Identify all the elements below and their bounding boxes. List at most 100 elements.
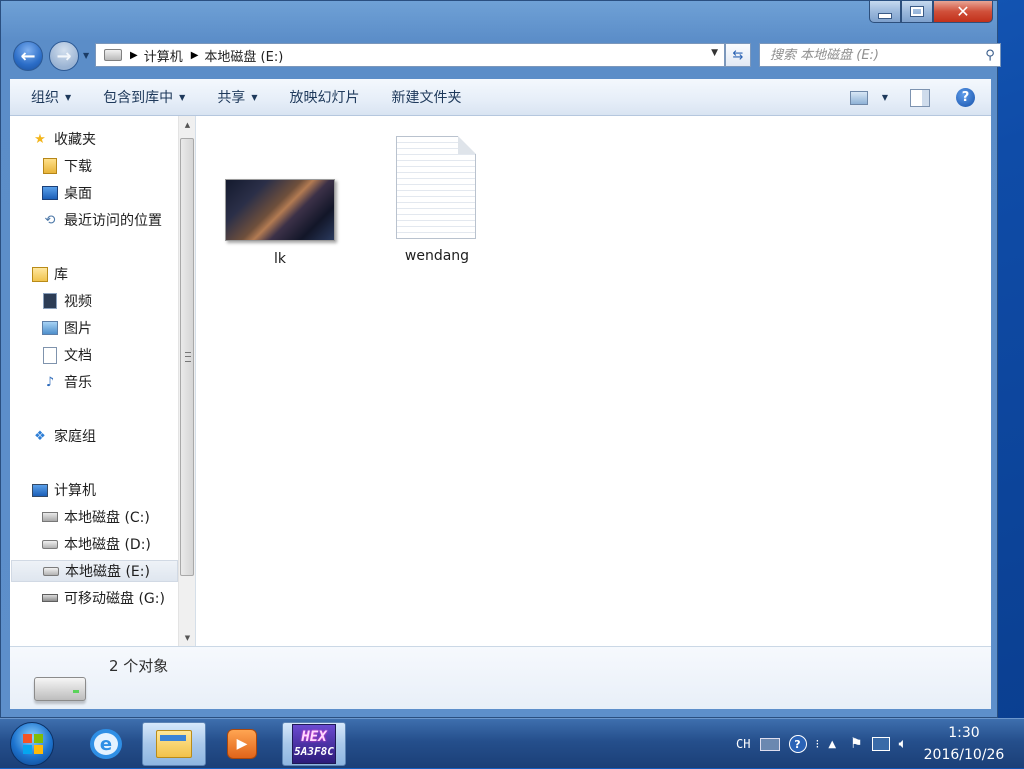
sidebar-item-drive-c[interactable]: 本地磁盘 (C:) bbox=[42, 506, 195, 528]
sidebar-item-drive-e[interactable]: 本地磁盘 (E:) bbox=[11, 560, 178, 582]
change-view-icon[interactable] bbox=[849, 90, 868, 105]
scroll-down-arrow[interactable]: ▼ bbox=[179, 629, 195, 646]
sidebar-item-videos[interactable]: 视频 bbox=[42, 290, 195, 312]
sidebar-item-homegroup[interactable]: ❖ 家庭组 bbox=[32, 425, 195, 447]
scroll-thumb[interactable] bbox=[180, 138, 194, 576]
sidebar-item-label: 可移动磁盘 (G:) bbox=[64, 591, 165, 607]
windows-logo-icon bbox=[23, 734, 43, 754]
ie-glyph: e bbox=[99, 733, 113, 755]
include-in-library-button[interactable]: 包含到库中 ▼ bbox=[92, 84, 196, 110]
sidebar-item-pictures[interactable]: 图片 bbox=[42, 317, 195, 339]
breadcrumb-computer[interactable]: 计算机 bbox=[144, 46, 183, 65]
forward-arrow-icon: → bbox=[56, 45, 72, 67]
taskbar-media-player[interactable]: ▶ bbox=[210, 722, 274, 766]
hex-logo-text: HEX bbox=[301, 729, 327, 746]
language-indicator[interactable]: CH bbox=[736, 737, 750, 751]
chevron-down-icon: ▼ bbox=[65, 92, 72, 102]
ime-help-icon[interactable]: ? bbox=[788, 735, 807, 753]
preview-pane-icon[interactable] bbox=[910, 88, 930, 107]
recent-pages-dropdown[interactable]: ▼ bbox=[83, 51, 89, 60]
volume-icon[interactable]: 🔈︎ bbox=[899, 736, 907, 752]
taskbar-hex-editor[interactable]: HEX 5A3F8C bbox=[282, 722, 346, 766]
new-folder-button[interactable]: 新建文件夹 bbox=[380, 84, 472, 110]
breadcrumb-separator[interactable]: ▶ bbox=[130, 50, 138, 61]
sidebar-item-label: 库 bbox=[54, 267, 68, 283]
recent-places-icon: ⟲ bbox=[44, 212, 56, 228]
breadcrumb-drive-e[interactable]: 本地磁盘 (E:) bbox=[204, 46, 283, 65]
maximize-button[interactable] bbox=[901, 1, 933, 23]
downloads-folder-icon bbox=[42, 158, 58, 174]
chevron-down-icon: ▼ bbox=[179, 92, 186, 102]
search-input[interactable] bbox=[768, 46, 980, 64]
refresh-icon: ⇆ bbox=[732, 47, 744, 63]
maximize-icon bbox=[910, 6, 924, 17]
sidebar-item-recent-places[interactable]: ⟲ 最近访问的位置 bbox=[42, 209, 195, 231]
taskbar: e ▶ HEX 5A3F8C CH ? ⁝ ▲ ⚑ 🔈︎ 1:30 2016/10… bbox=[0, 718, 1024, 768]
music-icon: ♪ bbox=[45, 374, 55, 390]
taskbar-explorer[interactable] bbox=[142, 722, 206, 766]
help-icon[interactable]: ? bbox=[956, 88, 975, 107]
help-label: ? bbox=[961, 90, 970, 105]
sidebar-item-documents[interactable]: 文档 bbox=[42, 344, 195, 366]
ime-settings-icon[interactable]: ⁝ bbox=[816, 737, 820, 751]
navigation-scrollbar[interactable]: ▲ ▼ bbox=[178, 116, 195, 646]
network-icon[interactable] bbox=[871, 737, 890, 751]
view-options-dropdown[interactable]: ▼ bbox=[882, 93, 888, 102]
file-name: lk bbox=[274, 251, 286, 267]
ie-icon: e bbox=[90, 729, 122, 759]
sidebar-item-label: 收藏夹 bbox=[54, 132, 96, 148]
sidebar-item-music[interactable]: ♪ 音乐 bbox=[42, 371, 195, 393]
image-thumbnail bbox=[225, 179, 335, 241]
sidebar-item-label: 本地磁盘 (E:) bbox=[65, 564, 150, 580]
sidebar-item-desktop[interactable]: 桌面 bbox=[42, 182, 195, 204]
minimize-button[interactable] bbox=[869, 1, 901, 23]
back-button[interactable]: ← bbox=[13, 41, 43, 71]
caption-buttons: ✕ bbox=[869, 1, 993, 23]
minimize-icon bbox=[878, 12, 892, 19]
sidebar-item-drive-g[interactable]: 可移动磁盘 (G:) bbox=[42, 587, 195, 609]
keyboard-icon[interactable] bbox=[759, 737, 780, 751]
drive-led bbox=[73, 690, 79, 693]
breadcrumb-separator[interactable]: ▶ bbox=[191, 50, 199, 61]
sidebar-item-label: 计算机 bbox=[54, 483, 96, 499]
sidebar-item-favorites[interactable]: ★ 收藏夹 bbox=[32, 128, 195, 150]
share-label: 共享 bbox=[217, 90, 246, 106]
close-button[interactable]: ✕ bbox=[933, 1, 993, 23]
sidebar-item-label: 图片 bbox=[64, 321, 92, 337]
search-box[interactable]: ⚲ bbox=[759, 43, 1001, 67]
forward-button[interactable]: → bbox=[49, 41, 79, 71]
organize-label: 组织 bbox=[31, 90, 59, 106]
address-history-dropdown[interactable]: ▼ bbox=[711, 48, 718, 58]
file-item-lk[interactable]: lk bbox=[225, 179, 335, 267]
clock[interactable]: 1:30 2016/10/26 bbox=[916, 722, 1012, 766]
system-drive-icon bbox=[42, 509, 58, 525]
scroll-grip-icon bbox=[185, 352, 191, 362]
show-hidden-icons[interactable]: ▲ bbox=[828, 739, 836, 750]
include-library-label: 包含到库中 bbox=[103, 90, 174, 106]
start-button[interactable] bbox=[10, 722, 54, 766]
drive-icon bbox=[42, 536, 58, 552]
homegroup-icon: ❖ bbox=[34, 428, 46, 444]
organize-button[interactable]: 组织 ▼ bbox=[20, 84, 82, 110]
file-list-view[interactable]: lk wendang bbox=[196, 116, 991, 646]
refresh-button[interactable]: ⇆ bbox=[725, 43, 751, 67]
sidebar-item-label: 本地磁盘 (C:) bbox=[64, 510, 150, 526]
search-icon[interactable]: ⚲ bbox=[980, 48, 1000, 63]
sidebar-item-drive-d[interactable]: 本地磁盘 (D:) bbox=[42, 533, 195, 555]
sidebar-item-computer[interactable]: 计算机 bbox=[32, 479, 195, 501]
share-button[interactable]: 共享 ▼ bbox=[206, 84, 268, 110]
text-document-icon bbox=[396, 136, 476, 239]
drive-icon bbox=[104, 49, 122, 61]
sidebar-item-libraries[interactable]: 库 bbox=[32, 263, 195, 285]
action-center-flag-icon[interactable]: ⚑ bbox=[850, 736, 863, 752]
taskbar-ie[interactable]: e bbox=[74, 722, 138, 766]
sidebar-item-downloads[interactable]: 下载 bbox=[42, 155, 195, 177]
scroll-up-arrow[interactable]: ▲ bbox=[179, 116, 195, 133]
address-bar[interactable]: ▶ 计算机 ▶ 本地磁盘 (E:) ▼ bbox=[95, 43, 725, 67]
media-player-icon: ▶ bbox=[227, 729, 257, 759]
file-item-wendang[interactable]: wendang bbox=[382, 136, 492, 264]
desktop-icon bbox=[42, 185, 58, 201]
explorer-window: ✕ ← → ▼ ▶ 计算机 ▶ 本地磁盘 (E:) ▼ ⇆ ⚲ 组织 ▼ 包含到库… bbox=[0, 0, 1001, 718]
slideshow-button[interactable]: 放映幻灯片 bbox=[278, 84, 370, 110]
slideshow-label: 放映幻灯片 bbox=[289, 90, 360, 106]
